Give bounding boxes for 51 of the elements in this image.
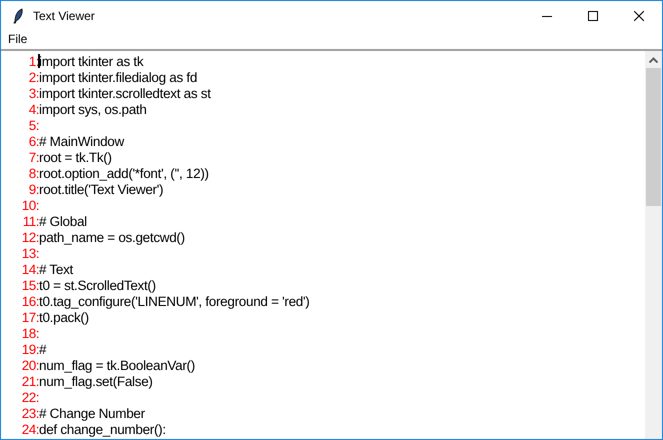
code-line: import sys, os.path (39, 102, 147, 116)
code-line: # (39, 342, 46, 356)
line-number: 12: (20, 230, 39, 244)
line-number: 15: (20, 278, 39, 292)
line-number: 8: (28, 166, 39, 180)
line-number: 22: (20, 390, 39, 404)
code-line: root.title('Text Viewer') (39, 182, 164, 196)
code-line: num_flag.set(False) (39, 374, 153, 388)
line-number: 9: (28, 182, 39, 196)
line-number: 16: (20, 294, 39, 308)
line-number: 23: (20, 406, 39, 420)
line-number: 18: (20, 326, 39, 340)
code-line: num_flag = tk.BooleanVar() (39, 358, 195, 372)
line-number: 1: (28, 54, 39, 68)
code-line: # MainWindow (39, 134, 124, 148)
caret-up-icon (649, 56, 658, 62)
line-number: 14: (20, 262, 39, 276)
scrollbar[interactable] (645, 51, 662, 439)
line-number: 24: (20, 422, 39, 436)
line-number: 17: (20, 310, 39, 324)
line-number: 20: (20, 358, 39, 372)
code-line: def change_number(): (39, 422, 166, 436)
line-number: 6: (28, 134, 39, 148)
code-line: root = tk.Tk() (39, 150, 112, 164)
close-icon (634, 10, 644, 20)
line-number: 3: (28, 86, 39, 100)
scroll-thumb[interactable] (646, 68, 661, 206)
line-number: 2: (28, 70, 39, 84)
code-line: t0.tag_configure('LINENUM', foreground = 'red') (39, 294, 310, 308)
code-line: # Global (39, 214, 87, 228)
code-line: # Change Number (39, 406, 145, 420)
menu-item[interactable]: File (3, 32, 32, 46)
code-line: path_name = os.getcwd() (39, 230, 185, 244)
line-number: 4: (28, 102, 39, 116)
code-line: # Text (39, 262, 73, 276)
code-line: t0 = st.ScrolledText() (39, 278, 156, 292)
text-cursor (38, 54, 40, 68)
code-line: t0.pack() (39, 310, 89, 324)
line-number: 7: (28, 150, 39, 164)
line-number: 5: (28, 118, 39, 132)
code-line: import tkinter.scrolledtext as st (39, 86, 211, 100)
maximize-icon (588, 10, 598, 20)
code-line: root.option_add('*font', ('', 12)) (39, 166, 209, 180)
line-number: 21: (20, 374, 39, 388)
line-number: 13: (20, 246, 39, 260)
line-number: 19: (20, 342, 39, 356)
code-line: import tkinter as tk (39, 54, 144, 68)
line-number: 11: (22, 214, 39, 228)
code-line: import tkinter.filedialog as fd (39, 70, 198, 84)
line-number: 10: (20, 198, 39, 212)
window-title: Text Viewer (33, 8, 96, 22)
